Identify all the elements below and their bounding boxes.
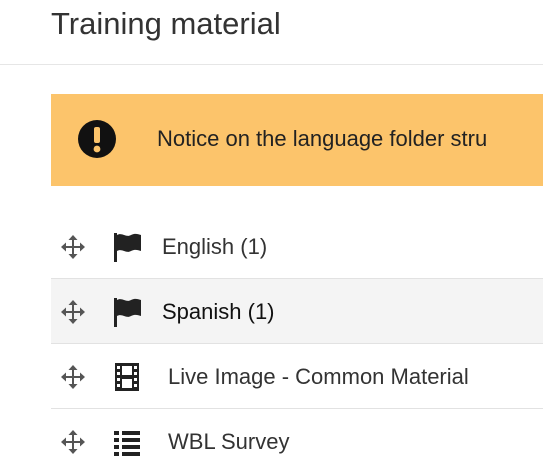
notice-text: Notice on the language folder stru bbox=[157, 126, 488, 151]
move-icon[interactable] bbox=[61, 365, 85, 389]
material-list: English (1) Spanish (1) Live Image - Com… bbox=[51, 214, 543, 474]
flag-icon bbox=[114, 298, 141, 327]
list-item-label[interactable]: Spanish (1) bbox=[162, 297, 275, 327]
move-icon[interactable] bbox=[61, 235, 85, 259]
film-icon bbox=[115, 363, 139, 391]
move-icon[interactable] bbox=[61, 430, 85, 454]
list-item-label[interactable]: Live Image - Common Material bbox=[168, 362, 469, 392]
language-notice-banner[interactable]: Notice on the language folder stru bbox=[51, 94, 543, 186]
page-title: Training material bbox=[51, 6, 281, 41]
list-item-label[interactable]: English (1) bbox=[162, 232, 267, 262]
list-item[interactable]: English (1) bbox=[51, 214, 543, 279]
list-item[interactable]: Live Image - Common Material bbox=[51, 344, 543, 409]
list-item-label[interactable]: WBL Survey bbox=[168, 427, 289, 457]
move-icon[interactable] bbox=[61, 300, 85, 324]
exclamation-circle-icon bbox=[78, 120, 116, 158]
title-divider bbox=[0, 64, 543, 65]
flag-icon bbox=[114, 233, 141, 262]
list-icon bbox=[114, 431, 140, 456]
list-item[interactable]: WBL Survey bbox=[51, 409, 543, 474]
list-item[interactable]: Spanish (1) bbox=[51, 279, 543, 344]
